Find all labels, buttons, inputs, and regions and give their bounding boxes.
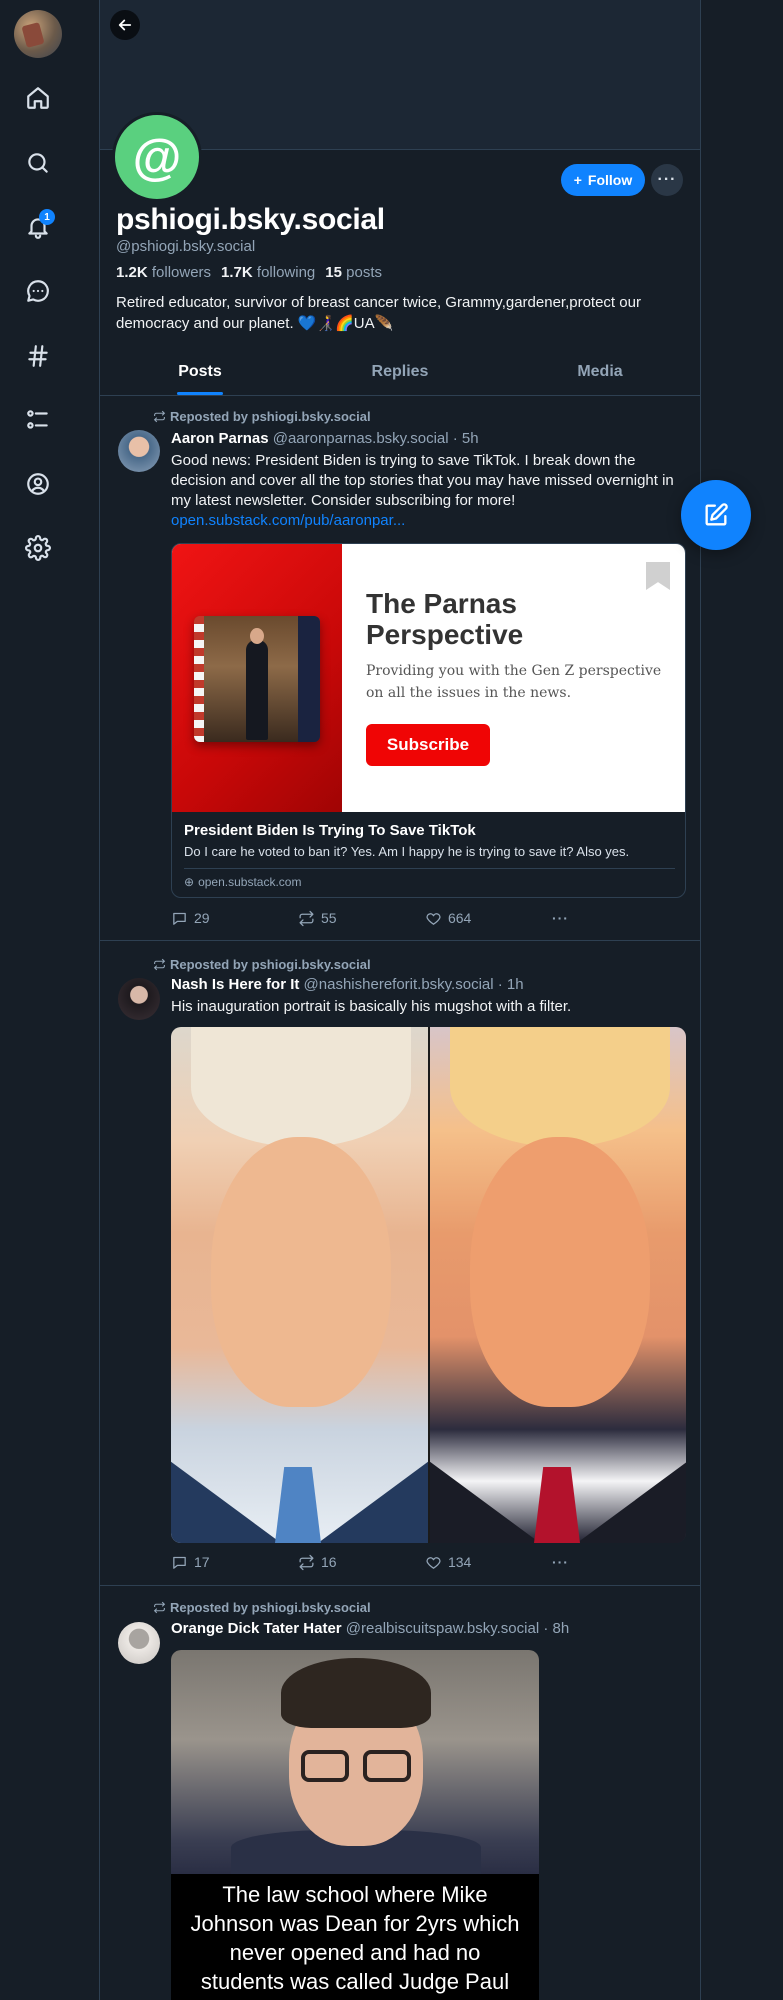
post-header: Orange Dick Tater Hater @realbiscuitspaw… xyxy=(171,1620,569,1637)
tab-replies[interactable]: Replies xyxy=(300,356,500,395)
post-avatar[interactable] xyxy=(118,978,160,1020)
card-image-subtitle: Providing you with the Gen Z perspective… xyxy=(366,663,662,701)
post-header: Aaron Parnas @aaronparnas.bsky.social · … xyxy=(171,430,479,447)
profile-more-button[interactable]: ··· xyxy=(651,164,683,196)
post-text: His inauguration portrait is basically h… xyxy=(171,998,572,1015)
post-time[interactable]: · 8h xyxy=(543,1620,569,1637)
profile-tabs: Posts Replies Media xyxy=(100,356,700,396)
post-link[interactable]: open.substack.com/pub/aaronpar... xyxy=(171,512,405,529)
post-author[interactable]: Nash Is Here for It xyxy=(171,976,299,993)
heart-icon xyxy=(426,1556,441,1569)
post-time[interactable]: · 5h xyxy=(453,430,479,447)
post-text: Good news: President Biden is trying to … xyxy=(171,452,674,529)
post-more-button[interactable]: ··· xyxy=(552,1552,591,1572)
repost-icon xyxy=(153,1601,166,1614)
post-avatar[interactable] xyxy=(118,1622,160,1664)
reply-button[interactable]: 29 xyxy=(171,908,298,928)
repost-indicator: Reposted by pshiogi.bsky.social xyxy=(153,1600,371,1615)
compose-icon xyxy=(705,503,728,526)
follow-button[interactable]: + Follow xyxy=(561,164,645,196)
post-author[interactable]: Orange Dick Tater Hater xyxy=(171,1620,342,1637)
post-actions: 29 55 664 ··· xyxy=(171,908,591,928)
portrait-left xyxy=(171,1027,428,1543)
post-author[interactable]: Aaron Parnas xyxy=(171,430,269,447)
post-header: Nash Is Here for It @nashishereforit.bsk… xyxy=(171,976,524,993)
link-card-description: Do I care he voted to ban it? Yes. Am I … xyxy=(184,844,630,859)
bookmark-icon xyxy=(646,562,670,590)
profile-handle: @pshiogi.bsky.social xyxy=(116,238,256,255)
post-time[interactable]: · 1h xyxy=(498,976,524,993)
card-photo xyxy=(194,616,320,742)
post-more-button[interactable]: ··· xyxy=(552,908,591,928)
list-icon[interactable] xyxy=(18,400,58,440)
repost-button[interactable]: 16 xyxy=(298,1552,425,1572)
post-actions: 17 16 134 ··· xyxy=(171,1552,591,1572)
repost-icon xyxy=(153,410,166,423)
profile-bio: Retired educator, survivor of breast can… xyxy=(116,294,641,332)
repost-button[interactable]: 55 xyxy=(298,908,425,928)
following-stat[interactable]: 1.7K following xyxy=(221,264,315,281)
profile-main-column: @ + Follow ··· pshiogi.bsky.social @pshi… xyxy=(99,0,701,2000)
post-image[interactable] xyxy=(171,1027,686,1543)
globe-icon: ⊕ xyxy=(184,875,195,889)
back-button[interactable] xyxy=(110,10,140,40)
portrait-right xyxy=(430,1027,686,1543)
post-avatar[interactable] xyxy=(118,430,160,472)
link-card-domain: ⊕ open.substack.com xyxy=(184,875,302,889)
link-card-title: President Biden Is Trying To Save TikTok xyxy=(184,822,476,839)
arrow-left-icon xyxy=(118,19,132,31)
post-image[interactable]: The law school where Mike Johnson was De… xyxy=(171,1650,539,2000)
repost-icon xyxy=(299,910,314,926)
search-icon[interactable] xyxy=(18,143,58,183)
repost-indicator: Reposted by pshiogi.bsky.social xyxy=(153,957,371,972)
reply-button[interactable]: 17 xyxy=(171,1552,298,1572)
card-subscribe-button: Subscribe xyxy=(366,724,490,766)
image-caption: The law school where Mike Johnson was De… xyxy=(190,1882,520,2000)
chat-icon[interactable] xyxy=(18,271,58,311)
settings-icon[interactable] xyxy=(18,528,58,568)
post-handle[interactable]: @realbiscuitspaw.bsky.social xyxy=(346,1620,539,1637)
profile-display-name: pshiogi.bsky.social xyxy=(116,203,385,236)
link-card-image: The Parnas Perspective Providing you wit… xyxy=(172,544,685,812)
profile-stats: 1.2K followers 1.7K following 15 posts xyxy=(116,264,382,281)
profile-icon[interactable] xyxy=(18,464,58,504)
image-photo xyxy=(171,1650,539,1874)
repost-icon xyxy=(299,1554,314,1570)
notification-badge: 1 xyxy=(39,209,55,225)
tab-posts[interactable]: Posts xyxy=(100,356,300,395)
followers-stat[interactable]: 1.2K followers xyxy=(116,264,211,281)
repost-indicator: Reposted by pshiogi.bsky.social xyxy=(153,409,371,424)
bell-icon[interactable]: 1 xyxy=(18,207,58,247)
link-card[interactable]: The Parnas Perspective Providing you wit… xyxy=(171,543,686,898)
like-button[interactable]: 134 xyxy=(425,1552,552,1572)
home-icon[interactable] xyxy=(18,78,58,118)
compose-button[interactable] xyxy=(681,480,751,550)
user-avatar[interactable] xyxy=(14,10,62,58)
hashtag-icon[interactable] xyxy=(18,336,58,376)
profile-avatar[interactable]: @ xyxy=(112,112,202,202)
post-handle[interactable]: @nashishereforit.bsky.social xyxy=(304,976,494,993)
like-button[interactable]: 664 xyxy=(425,908,552,928)
heart-icon xyxy=(426,912,441,925)
reply-icon xyxy=(173,912,186,925)
card-image-title: The Parnas Perspective xyxy=(366,588,524,650)
plus-icon: + xyxy=(573,172,582,188)
repost-icon xyxy=(153,958,166,971)
tab-media[interactable]: Media xyxy=(500,356,700,395)
follow-label: Follow xyxy=(587,172,633,188)
post-handle[interactable]: @aaronparnas.bsky.social xyxy=(273,430,449,447)
reply-icon xyxy=(173,1556,186,1569)
posts-stat: 15 posts xyxy=(325,264,382,281)
left-nav: 1 xyxy=(0,0,76,600)
